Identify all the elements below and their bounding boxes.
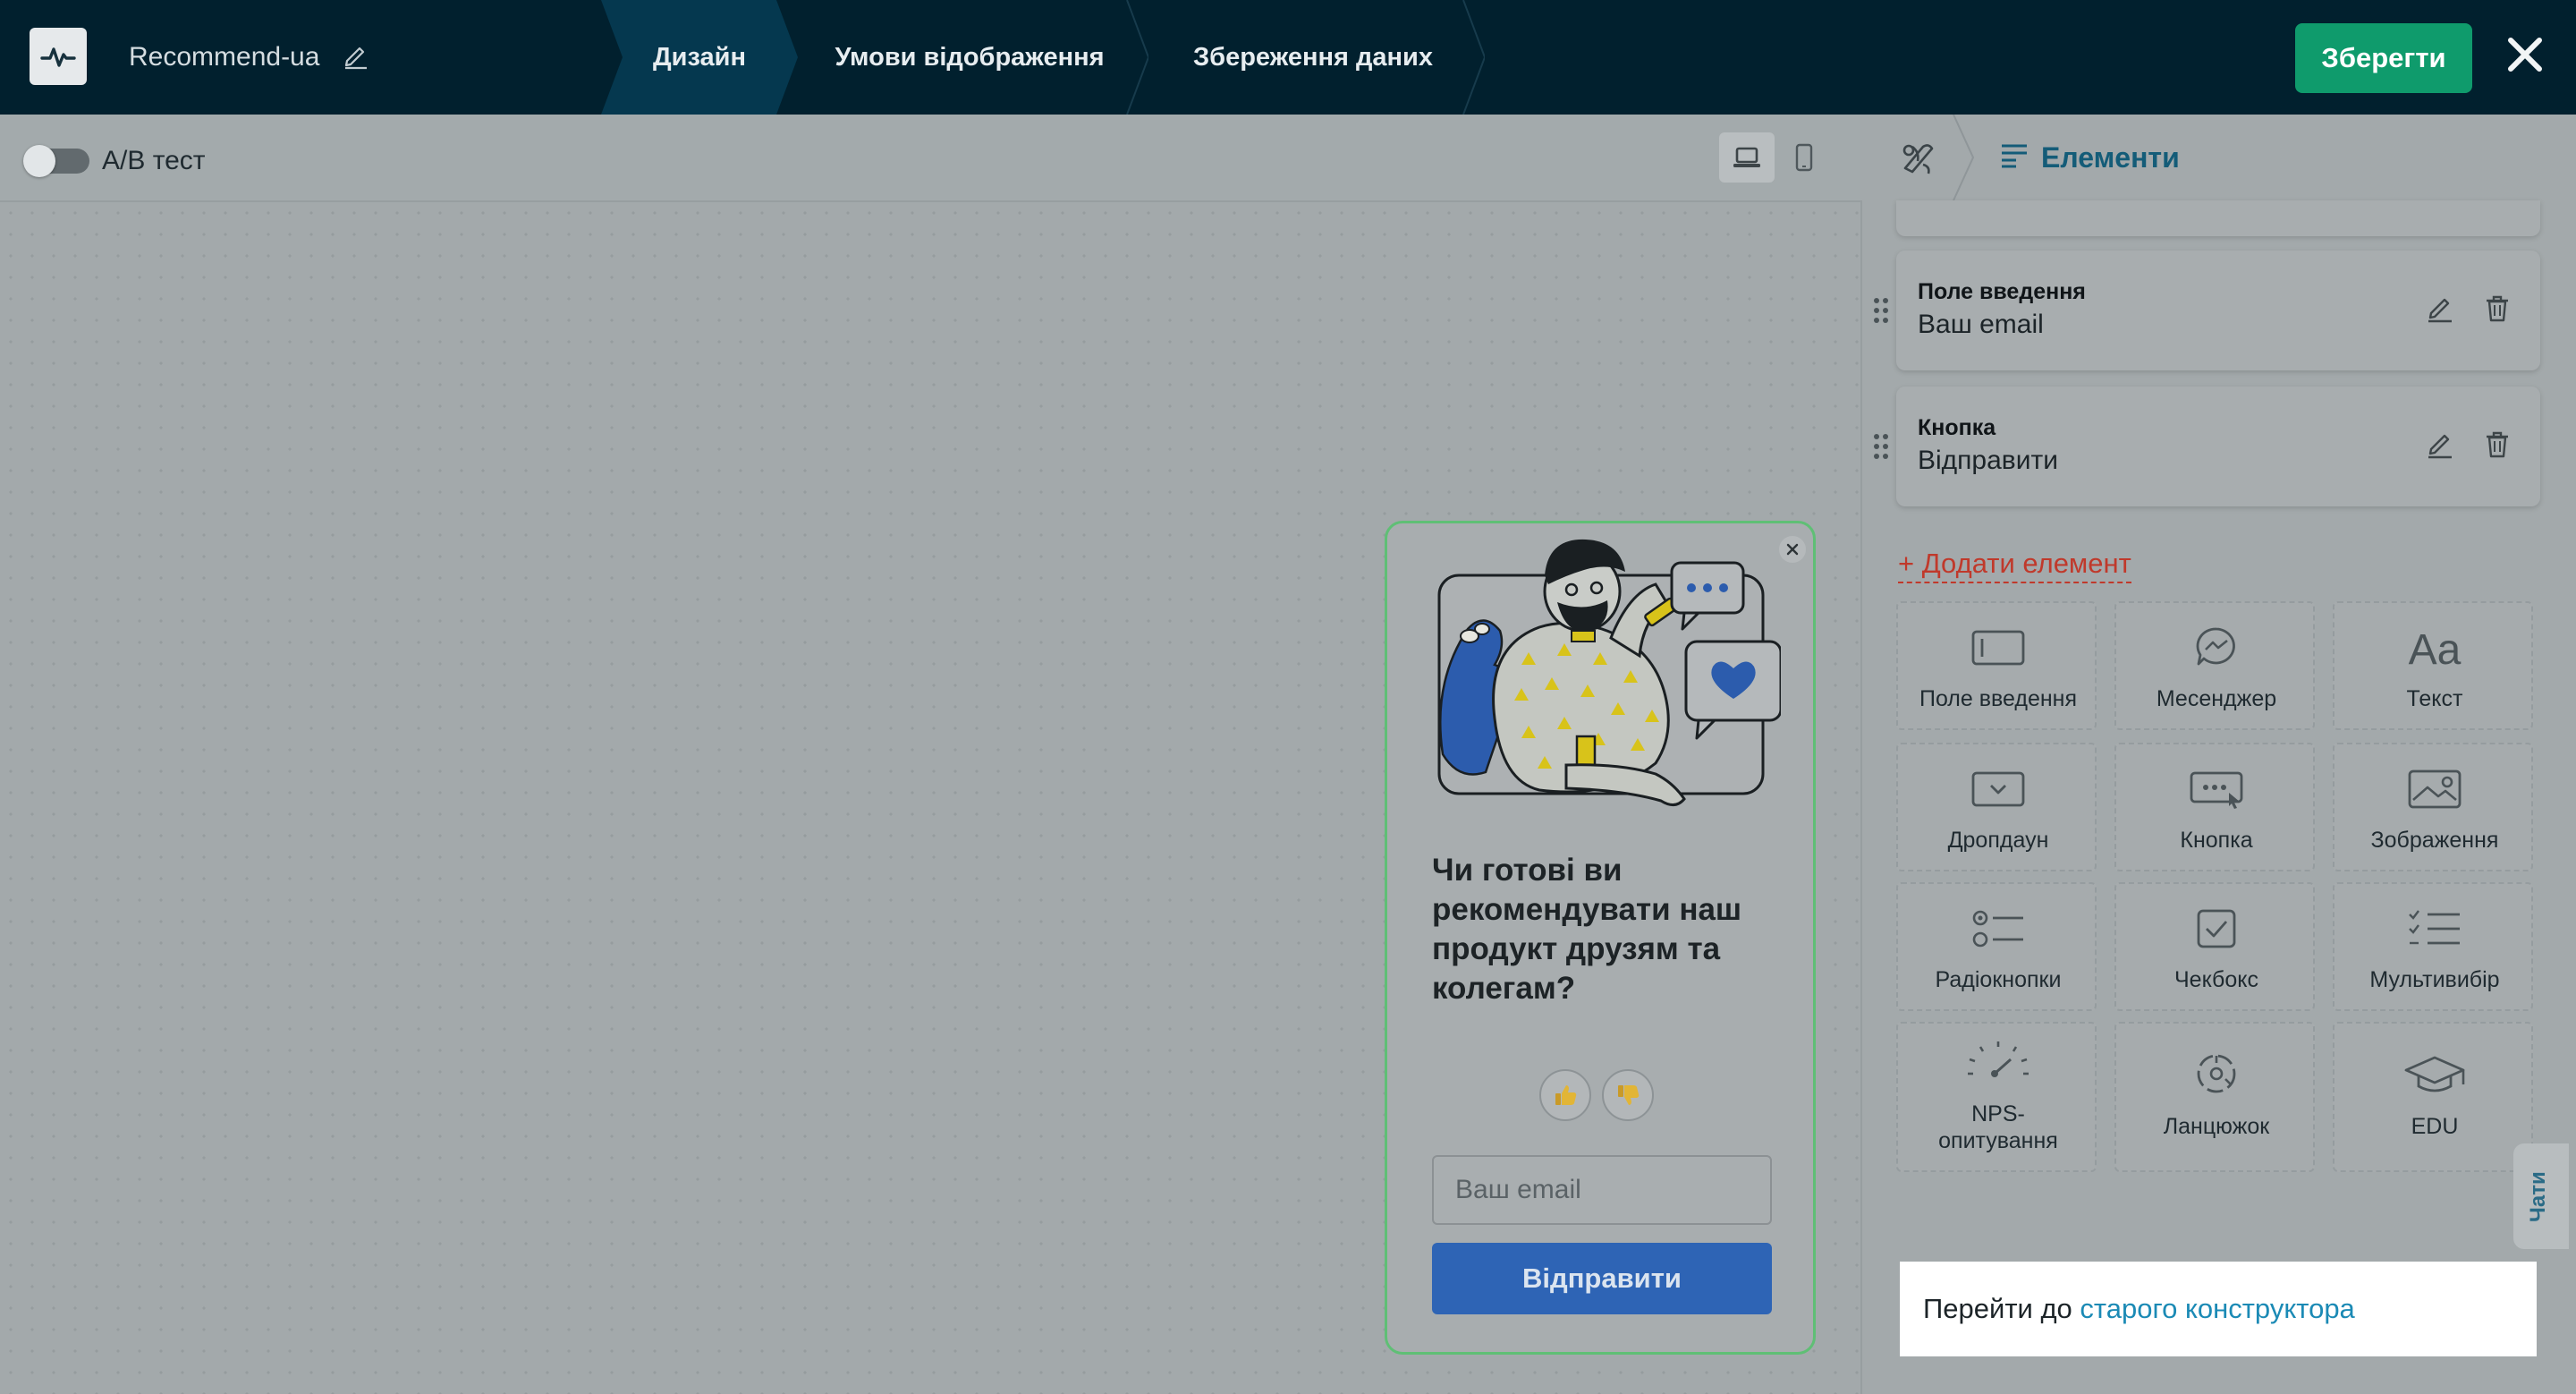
checkbox-icon (2197, 909, 2236, 948)
palette-icon[interactable] (1896, 138, 1941, 179)
canvas-toolbar (0, 115, 1860, 202)
tile-label: Месенджер (2156, 686, 2277, 711)
tile-label: EDU (2411, 1114, 2459, 1139)
drag-handle-icon[interactable] (1871, 295, 1891, 326)
nps-gauge-icon (1968, 1041, 2029, 1077)
thumbs-up-icon[interactable] (1539, 1069, 1591, 1121)
ab-test-label: A/B тест (102, 146, 206, 175)
tile-nps-survey[interactable]: NPS- опитування (1896, 1022, 2097, 1172)
element-value: Відправити (1918, 446, 2058, 475)
element-card-partial[interactable] (1896, 200, 2540, 236)
tile-radio[interactable]: Радіокнопки (1896, 882, 2097, 1011)
close-icon[interactable] (1779, 536, 1806, 563)
graduation-cap-icon (2404, 1056, 2465, 1092)
element-type: Поле введення (1918, 279, 2086, 304)
old-builder-prefix: Перейти до (1923, 1293, 2072, 1324)
tile-label: Мультивибір (2369, 967, 2500, 992)
multiselect-icon (2409, 910, 2460, 945)
pulse-logo-icon[interactable] (30, 28, 87, 85)
tile-checkbox[interactable]: Чекбокс (2114, 882, 2315, 1011)
tile-label: Зображення (2370, 828, 2499, 853)
dropdown-icon (1971, 771, 2025, 807)
chats-tab-label: Чати (2526, 1171, 2550, 1222)
pencil-icon[interactable] (342, 41, 370, 70)
tile-messenger[interactable]: Месенджер (2114, 601, 2315, 730)
trash-icon[interactable] (2481, 292, 2513, 324)
save-button[interactable]: Зберегти (2295, 23, 2472, 93)
tile-button[interactable]: Кнопка (2114, 743, 2315, 871)
list-icon (2002, 144, 2027, 168)
tile-text[interactable]: Aa Текст (2333, 601, 2533, 730)
submit-button[interactable]: Відправити (1432, 1243, 1772, 1314)
tile-image[interactable]: Зображення (2333, 743, 2533, 871)
tile-label: Поле введення (1919, 686, 2078, 711)
element-type: Кнопка (1918, 415, 1996, 440)
mobile-icon[interactable] (1776, 132, 1832, 183)
project-name: Recommend-ua (129, 42, 320, 72)
tab-design[interactable]: Дизайн (601, 0, 798, 115)
svg-text:Aa: Aa (2409, 626, 2462, 669)
toggle-knob (23, 145, 55, 177)
recommendation-illustration (1437, 539, 1781, 806)
image-icon (2408, 769, 2462, 809)
old-builder-notice: Перейти до старого конструктора (1900, 1262, 2537, 1356)
add-element-link[interactable]: + Додати елемент (1898, 546, 2131, 583)
tile-multiselect[interactable]: Мультивибір (2333, 882, 2533, 1011)
tab-data-storage[interactable]: Збереження даних (1141, 0, 1485, 115)
tile-label: Чекбокс (2174, 967, 2258, 992)
close-icon[interactable] (2503, 32, 2547, 77)
input-field-icon (1971, 630, 2025, 666)
element-value: Ваш email (1918, 310, 2044, 339)
drag-handle-icon[interactable] (1871, 431, 1891, 462)
pencil-icon[interactable] (2424, 428, 2456, 460)
tile-label: Ланцюжок (2163, 1114, 2270, 1139)
tile-edu[interactable]: EDU (2333, 1022, 2533, 1172)
chain-icon (2197, 1054, 2236, 1093)
panel-title: Елементи (2041, 141, 2180, 174)
text-icon: Aa (2409, 626, 2462, 669)
breadcrumb-separator (1953, 115, 1975, 200)
ab-test-toggle[interactable] (23, 145, 89, 177)
pencil-icon[interactable] (2424, 292, 2456, 324)
tab-display-conditions[interactable]: Умови відображення (791, 0, 1148, 115)
radio-icon (1972, 910, 2023, 948)
popup-preview[interactable]: Чи готові ви рекомендувати наш продукт д… (1385, 521, 1816, 1355)
tile-dropdown[interactable]: Дропдаун (1896, 743, 2097, 871)
tile-label: Текст (2406, 686, 2463, 711)
chats-tab[interactable]: Чати (2513, 1143, 2569, 1249)
tile-label: Радіокнопки (1935, 967, 2062, 992)
button-icon (2190, 771, 2243, 809)
laptop-icon[interactable] (1719, 132, 1775, 183)
tile-label: Дропдаун (1947, 828, 2049, 853)
tile-chain[interactable]: Ланцюжок (2114, 1022, 2315, 1172)
messenger-icon (2196, 627, 2235, 666)
element-card-button[interactable]: Кнопка Відправити (1896, 387, 2540, 506)
trash-icon[interactable] (2481, 428, 2513, 460)
popup-question: Чи готові ви рекомендувати наш продукт д… (1432, 853, 1742, 1006)
top-bar: Recommend-ua Дизайн Умови відображення З… (0, 0, 2576, 115)
email-field[interactable] (1432, 1155, 1772, 1225)
thumbs-down-icon[interactable] (1602, 1069, 1654, 1121)
tile-label: Кнопка (2180, 828, 2253, 853)
tile-input-field[interactable]: Поле введення (1896, 601, 2097, 730)
tile-label: NPS- опитування (1938, 1101, 2058, 1153)
element-card-input[interactable]: Поле введення Ваш email (1896, 251, 2540, 370)
old-builder-link[interactable]: старого конструктора (2080, 1293, 2354, 1324)
